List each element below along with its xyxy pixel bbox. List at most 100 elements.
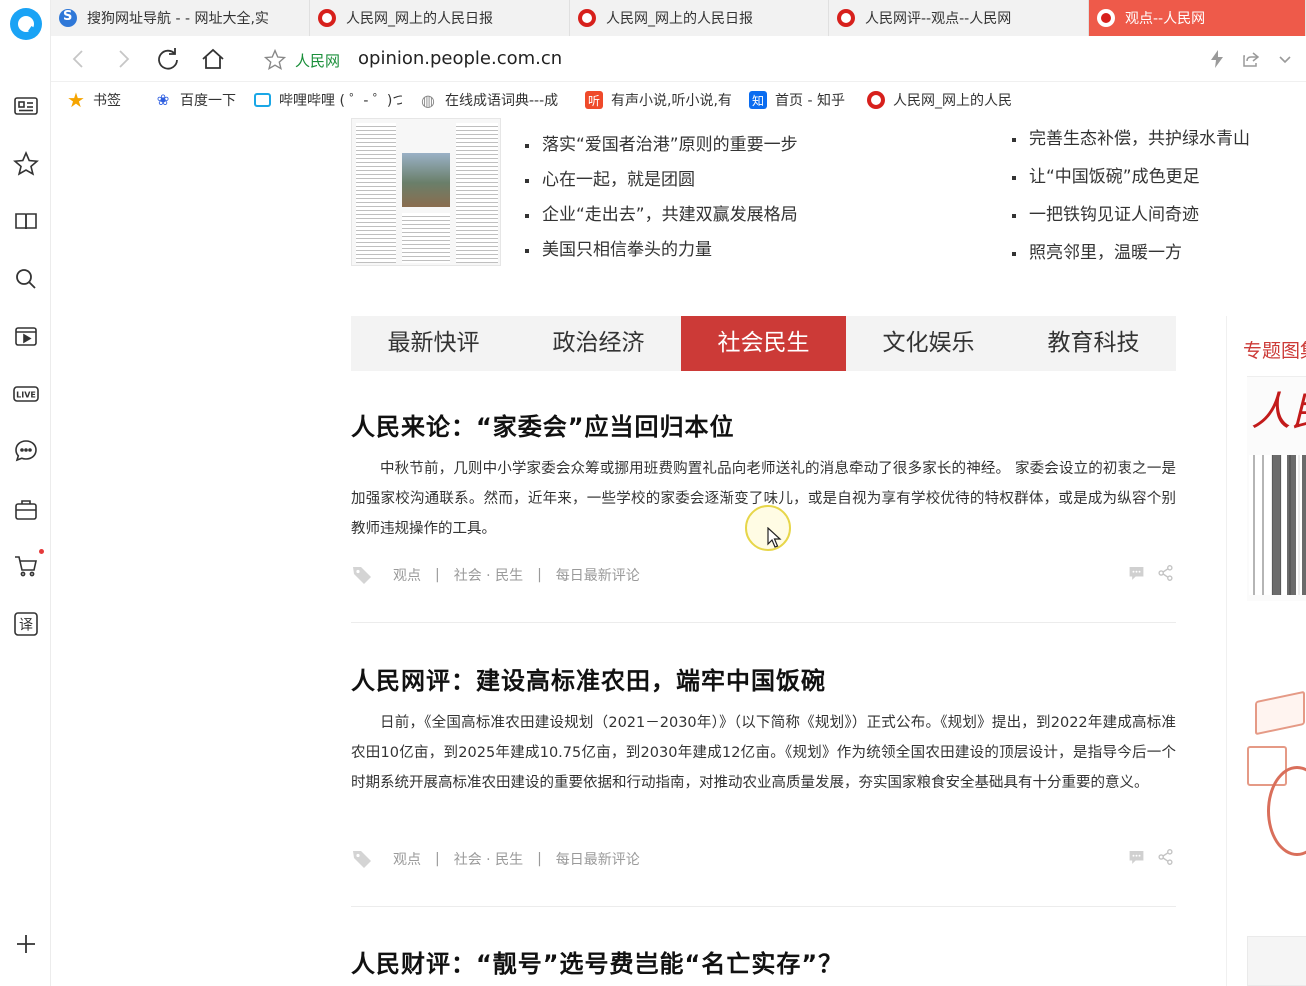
- url-field[interactable]: opinion.people.com.cn: [358, 48, 562, 69]
- share-icon[interactable]: [1241, 49, 1261, 69]
- news-feed-icon[interactable]: [12, 92, 40, 120]
- bookmark-item[interactable]: ❀ 百度一下: [154, 90, 244, 110]
- promo-box[interactable]: [1247, 936, 1306, 986]
- svg-text:译: 译: [19, 618, 33, 634]
- tab-society-livelihood[interactable]: 社会民生: [681, 316, 846, 371]
- text-column: [456, 123, 498, 263]
- topic-illustration[interactable]: [1247, 676, 1306, 856]
- headline-link[interactable]: 让“中国饭碗”成色更足: [1012, 160, 1250, 198]
- bookmark-item[interactable]: ◍ 在线成语词典---成: [419, 90, 569, 110]
- tingshu-icon: 听: [585, 91, 603, 109]
- share-icon[interactable]: [1156, 562, 1175, 584]
- meta-tag[interactable]: 每日最新评论: [556, 565, 640, 585]
- headline-link[interactable]: 完善生态补偿，共护绿水青山: [1012, 122, 1250, 160]
- bookmark-item[interactable]: 听 有声小说,听小说,有: [585, 90, 733, 110]
- translate-icon[interactable]: 译: [12, 610, 40, 638]
- headline-link[interactable]: 企业“走出去”，共建双赢发展格局: [525, 198, 798, 233]
- meta-tag[interactable]: 每日最新评论: [556, 849, 640, 869]
- comment-icon[interactable]: [1127, 846, 1146, 868]
- bookmark-label: 在线成语词典---成: [445, 93, 559, 109]
- comment-icon[interactable]: [1127, 562, 1146, 584]
- meta-separator: |: [537, 567, 542, 583]
- tab-latest-comments[interactable]: 最新快评: [351, 316, 516, 371]
- bookmark-label: 人民网_网上的人民: [893, 93, 1012, 109]
- browser-logo-icon[interactable]: [10, 8, 42, 40]
- headline-link[interactable]: 美国只相信拳头的力量: [525, 233, 798, 268]
- tab-label: 搜狗网址导航 - - 网址大全,实: [87, 11, 269, 27]
- divider: [351, 622, 1176, 623]
- headline-link[interactable]: 落实“爱国者治港”原则的重要一步: [525, 128, 798, 163]
- mouse-cursor-icon: [767, 527, 782, 548]
- bookmark-label: 有声小说,听小说,有: [611, 93, 732, 109]
- headline-link[interactable]: 心在一起，就是团圆: [525, 163, 798, 198]
- browser-tab[interactable]: 人民网评--观点--人民网: [829, 0, 1089, 36]
- headline-list-left: 落实“爱国者治港”原则的重要一步 心在一起，就是团圆 企业“走出去”，共建双赢发…: [525, 128, 798, 268]
- bookmark-item[interactable]: ★ 书签: [67, 90, 137, 110]
- tab-education-technology[interactable]: 教育科技: [1011, 316, 1176, 371]
- reading-book-icon[interactable]: [12, 207, 40, 235]
- tab-culture-entertainment[interactable]: 文化娱乐: [846, 316, 1011, 371]
- article-actions: [1117, 846, 1175, 868]
- zhihu-icon: 知: [749, 91, 767, 109]
- briefcase-icon[interactable]: [12, 495, 40, 523]
- article-title[interactable]: 人民财评：“靓号”选号费岂能“名亡实存”？: [351, 947, 1176, 981]
- lightning-icon[interactable]: [1207, 49, 1227, 69]
- newspaper-thumbnail[interactable]: [351, 118, 501, 266]
- bookmark-item[interactable]: 人民网_网上的人民: [867, 90, 1017, 110]
- meta-separator: |: [435, 567, 440, 583]
- browser-tab[interactable]: 人民网_网上的人民日报: [310, 0, 570, 36]
- headline-link[interactable]: 一把铁钩见证人间奇迹: [1012, 198, 1250, 236]
- bookmark-item[interactable]: 知 首页 - 知乎: [749, 90, 853, 110]
- tab-politics-economy[interactable]: 政治经济: [516, 316, 681, 371]
- shopping-cart-icon[interactable]: [12, 552, 40, 580]
- people-icon: [837, 9, 855, 27]
- page-content: 落实“爱国者治港”原则的重要一步 心在一起，就是团圆 企业“走出去”，共建双赢发…: [51, 118, 1306, 986]
- address-bar: 人民网 opinion.people.com.cn: [51, 36, 1306, 82]
- back-arrow-icon[interactable]: [65, 45, 93, 73]
- category-tabs: 最新快评 政治经济 社会民生 文化娱乐 教育科技: [351, 316, 1176, 371]
- article-meta: 观点 | 社会 · 民生 | 每日最新评论: [351, 564, 640, 586]
- browser-tab[interactable]: 人民网_网上的人民日报: [570, 0, 829, 36]
- bookmark-label: 哔哩哔哩 ( ゜- ゜)つ: [279, 93, 402, 109]
- bookmark-label: 书签: [93, 93, 121, 109]
- newspaper-headline-block: [1269, 455, 1306, 595]
- bookmark-item[interactable]: 哔哩哔哩 ( ゜- ゜)つ: [254, 90, 402, 110]
- search-icon[interactable]: [12, 265, 40, 293]
- special-topics-title[interactable]: 专题图集: [1243, 336, 1306, 363]
- chevron-down-icon[interactable]: [1275, 49, 1295, 69]
- article-title[interactable]: 人民网评：建设高标准农田，端牢中国饭碗: [351, 664, 1176, 698]
- bookmark-label: 百度一下: [180, 93, 236, 109]
- meta-tag[interactable]: 社会 · 民生: [454, 849, 523, 869]
- bookmark-star-icon[interactable]: [263, 48, 287, 72]
- tag-icon: [353, 567, 371, 584]
- reload-icon[interactable]: [154, 45, 182, 73]
- article-summary: 日前，《全国高标准农田建设规划（2021－2030年）》（以下简称《规划》）正式…: [351, 715, 1176, 791]
- sogou-icon: [59, 9, 77, 27]
- newspaper-photo: [402, 153, 450, 207]
- favorites-star-icon[interactable]: [12, 150, 40, 178]
- tab-label: 人民网_网上的人民日报: [346, 11, 493, 27]
- browser-tab-active[interactable]: 观点--人民网: [1089, 0, 1306, 36]
- peoples-daily-front-page[interactable]: 人民: [1247, 376, 1306, 601]
- tab-label: 人民网评--观点--人民网: [865, 11, 1012, 27]
- article-actions: [1117, 562, 1175, 584]
- share-icon[interactable]: [1156, 846, 1175, 868]
- people-icon: [578, 9, 596, 27]
- meta-tag[interactable]: 观点: [393, 849, 421, 869]
- illustration-shape: [1255, 690, 1305, 736]
- people-icon: [1097, 9, 1115, 27]
- notification-dot: [39, 549, 44, 554]
- add-icon[interactable]: [12, 930, 40, 958]
- meta-tag[interactable]: 社会 · 民生: [454, 565, 523, 585]
- tab-label: 观点--人民网: [1125, 11, 1206, 27]
- live-icon[interactable]: LIVE: [12, 380, 40, 408]
- home-icon[interactable]: [199, 45, 227, 73]
- headline-link[interactable]: 照亮邻里，温暖一方: [1012, 236, 1250, 274]
- chat-bubble-icon[interactable]: [12, 437, 40, 465]
- meta-tag[interactable]: 观点: [393, 565, 421, 585]
- video-icon[interactable]: [12, 322, 40, 350]
- browser-tab[interactable]: 搜狗网址导航 - - 网址大全,实: [51, 0, 310, 36]
- article-title[interactable]: 人民来论：“家委会”应当回归本位: [351, 410, 1176, 444]
- tab-label: 人民网_网上的人民日报: [606, 11, 753, 27]
- forward-arrow-icon[interactable]: [109, 45, 137, 73]
